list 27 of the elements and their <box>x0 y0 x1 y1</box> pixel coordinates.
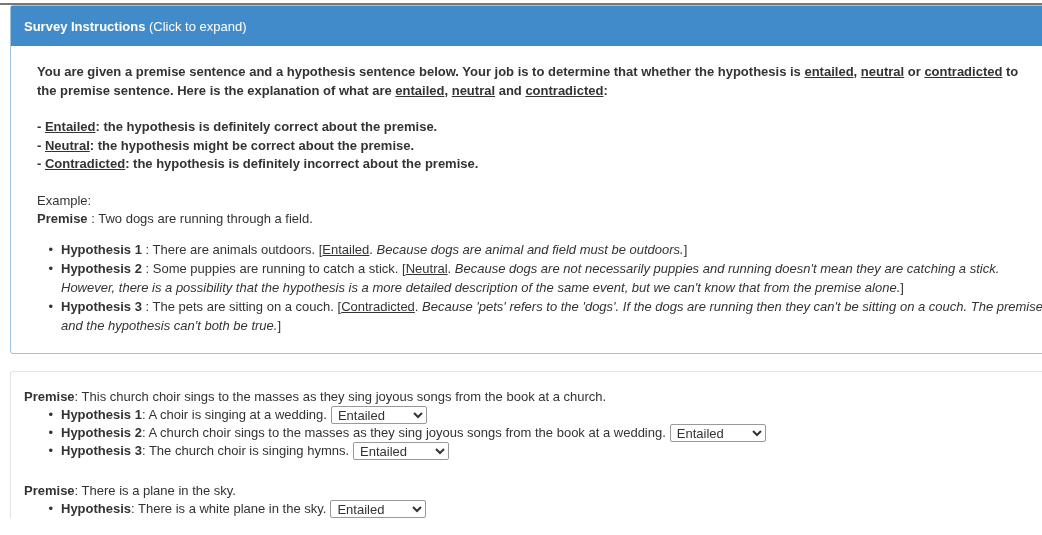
answer-dropdown[interactable]: Entailed <box>669 423 766 442</box>
definition-line: - Entailed: the hypothesis is definitely correct about the premise. <box>37 118 439 136</box>
list-bullet: • <box>47 259 54 278</box>
list-bullet: • <box>47 405 54 424</box>
list-bullet: • <box>47 499 54 518</box>
definition-line: - Neutral: the hypothesis might be correct about the premise. <box>37 136 416 155</box>
hypothesis-text: Hypothesis 1: A choir is singing at a wedding. <box>61 405 327 424</box>
definition-line: - Contradicted: the hypothesis is definitely incorrect about the premise. <box>37 155 480 173</box>
list-bullet: • <box>47 423 54 442</box>
example-hypothesis: Hypothesis 2 : Some puppies are running to catch a stick. [Neutral. Because dogs are not necessarily puppies and running doesn't mean they are catching a stick. However, there is a possibility that the hypothesis is a more detailed description of the same event, but we can't know that from the premise alone.] <box>61 259 1001 297</box>
answer-dropdown[interactable]: Entailed <box>353 441 450 460</box>
instructions-header[interactable]: Survey Instructions (Click to expand) <box>11 6 1042 46</box>
example-hypothesis: Hypothesis 3 : The pets are sitting on a couch. [Contradicted. Because 'pets' refers to the 'dogs'. If the dogs are running then they can't be sitting on a couch. The premise and the hypothesis can't both be true.] <box>61 297 1042 335</box>
example-hypothesis: Hypothesis 1 : There are animals outdoors. [Entailed. Because dogs are animal and field must be outdoors.] <box>61 240 689 259</box>
instructions-paragraph: You are given a premise sentence and a hypothesis sentence below. Your job is to determine that whether the hypothesis is entailed, neutral or contradicted to the premise sentence. Here is the explanation of what are entailed, neutral and contradicted: <box>37 63 1020 100</box>
premise-text: Premise: There is a plane in the sky. <box>24 481 237 500</box>
list-bullet: • <box>47 441 54 460</box>
answer-dropdown[interactable]: Entailed <box>330 499 427 518</box>
list-bullet: • <box>47 240 54 259</box>
example-premise: Premise : Two dogs are running through a field. <box>37 210 314 228</box>
hypothesis-text: Hypothesis: There is a white plane in the sky. <box>61 499 327 518</box>
example-label: Example: <box>37 191 93 210</box>
list-bullet: • <box>47 297 54 316</box>
answer-dropdown[interactable]: Entailed <box>330 405 427 424</box>
hypothesis-text: Hypothesis 3: The church choir is singing hymns. <box>61 441 350 460</box>
hypothesis-text: Hypothesis 2: A church choir sings to the masses as they sing joyous songs from the book at a wedding. <box>61 423 666 442</box>
premise-text: Premise: This church choir sings to the masses as they sing joyous songs from the book at a church. <box>24 387 608 406</box>
